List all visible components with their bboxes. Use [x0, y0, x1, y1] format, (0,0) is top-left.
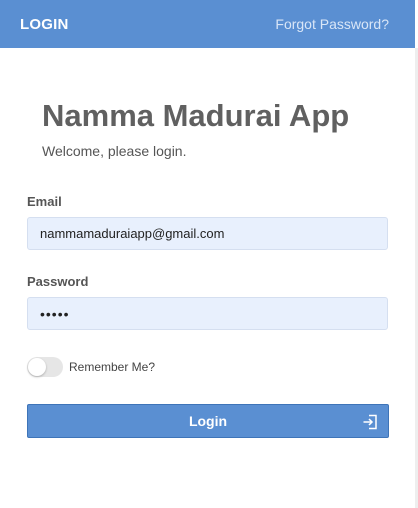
remember-me-toggle[interactable] — [27, 357, 63, 377]
forgot-password-link[interactable]: Forgot Password? — [275, 16, 389, 32]
email-field[interactable] — [27, 217, 388, 250]
remember-me-row: Remember Me? — [27, 357, 155, 377]
toggle-knob — [28, 358, 46, 376]
password-field[interactable] — [27, 297, 388, 330]
welcome-text: Welcome, please login. — [42, 143, 187, 159]
email-label: Email — [27, 194, 62, 209]
header-bar: LOGIN Forgot Password? — [0, 0, 415, 48]
login-enter-icon — [363, 414, 377, 430]
app-title: Namma Madurai App — [42, 98, 350, 133]
login-button-label: Login — [188, 413, 228, 429]
remember-me-label: Remember Me? — [69, 360, 156, 374]
password-label: Password — [27, 274, 89, 289]
login-button[interactable]: Login — [27, 404, 389, 438]
header-title: LOGIN — [20, 15, 69, 33]
